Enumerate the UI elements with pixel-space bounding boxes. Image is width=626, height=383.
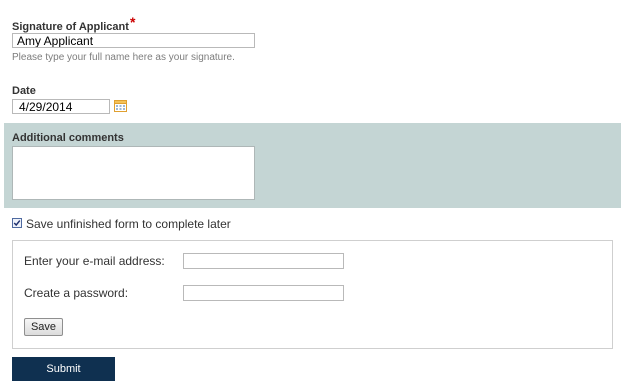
comments-textarea[interactable]: [12, 146, 255, 200]
date-label: Date: [12, 85, 36, 97]
save-later-checkbox[interactable]: [12, 218, 22, 228]
signature-label-row: Signature of Applicant*: [12, 14, 136, 33]
signature-input[interactable]: [12, 33, 255, 48]
comments-label: Additional comments: [12, 132, 124, 144]
submit-button[interactable]: Submit: [12, 357, 115, 381]
signature-label: Signature of Applicant: [12, 21, 129, 33]
calendar-icon[interactable]: [114, 99, 127, 117]
signature-help-text: Please type your full name here as your …: [12, 52, 235, 63]
password-input[interactable]: [183, 285, 344, 301]
date-input[interactable]: [12, 99, 110, 114]
save-later-label: Save unfinished form to complete later: [26, 217, 231, 231]
email-label: Enter your e-mail address:: [24, 254, 165, 268]
save-button[interactable]: Save: [24, 318, 63, 336]
email-input[interactable]: [183, 253, 344, 269]
required-mark: *: [129, 14, 136, 30]
password-label: Create a password:: [24, 286, 129, 300]
